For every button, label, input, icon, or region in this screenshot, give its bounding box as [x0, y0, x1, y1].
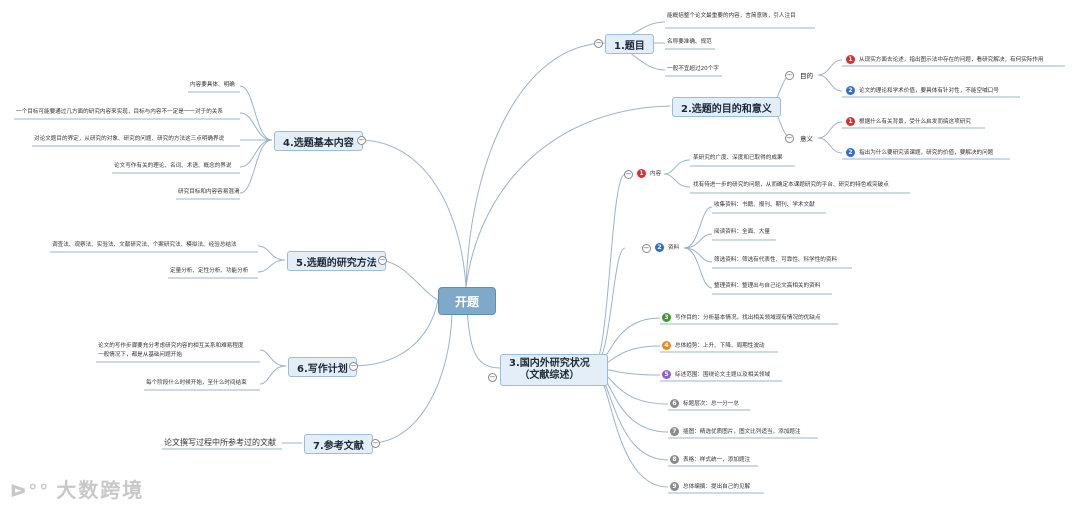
review-item-6: 6 标题层次：总一分一总	[670, 399, 739, 408]
topic-title[interactable]: 1.题目	[605, 34, 654, 54]
review-item-4: 4 总体趋势：上升、下降、周期性波动	[662, 341, 765, 350]
purpose-label: 目的	[800, 72, 813, 80]
methods-item-1: 调查法、观察法、实验法、文献研究法、个案研究法、模拟法、经验总结法	[52, 242, 237, 248]
topic-purpose-meaning[interactable]: 2.选题的目的和意义	[672, 97, 781, 117]
priority-1-icon: 1	[637, 169, 646, 178]
review-item-8: 8 表格：样式统一，添加题注	[670, 455, 750, 464]
material-item-4: 整理资料：整理出与自己论文高相关的资料	[714, 283, 821, 289]
topic-literature-review[interactable]: 3.国内外研究状况 （文献综述）	[500, 354, 608, 386]
material-item-3: 筛选资料：筛选有代表性、可靠性、科学性的资料	[714, 257, 838, 263]
collapse-material-icon[interactable]: −	[642, 244, 651, 253]
plan-item-3: 每个阶段什么时候开始，至什么时间结束	[146, 380, 247, 386]
topic-basic-content[interactable]: 4.选题基本内容	[274, 131, 363, 151]
priority-3-icon: 3	[662, 313, 671, 322]
topic-title-item-3: 一般不宜超过20个字	[667, 66, 719, 72]
plan-item-1: 论文的写作步骤要充分考虑研究内容的相互关系和难易程度	[98, 343, 244, 349]
material-node[interactable]: 2 资料	[655, 243, 679, 252]
priority-9-icon: 9	[670, 482, 679, 491]
meaning-label: 意义	[800, 135, 813, 143]
material-item-2: 阅读资料：全面、大量	[714, 229, 770, 235]
topic-references[interactable]: 7.参考文献	[304, 434, 373, 454]
root-topic[interactable]: 开题	[438, 287, 496, 315]
methods-item-2: 定量分析、定性分析、功能分析	[170, 268, 249, 274]
content-item-1: 某研究的广度、深度和已取得的成果	[693, 155, 783, 161]
priority-8-icon: 8	[670, 455, 679, 464]
basic-content-item-4: 论文写作有关的理论、名词、术语、概念的界说	[114, 163, 232, 169]
review-item-7: 7 插图：精选优质图片，图文比列适当，添加题注	[670, 427, 800, 436]
priority-7-icon: 7	[670, 427, 679, 436]
priority-1-icon: 1	[846, 117, 855, 126]
content-node[interactable]: 1 内容	[637, 169, 661, 178]
basic-content-item-2: 一个目标可能要通过几方面的研究内容来实现，目标与内容不一定是一一对于的关系	[16, 109, 223, 115]
priority-1-icon: 1	[846, 55, 855, 64]
basic-content-item-5: 研究目标和内容容易混淆	[178, 189, 240, 195]
content-item-2: 找有待进一步的研究的问题，从而确定本课题研究的平台、研究的特色或突破点	[693, 182, 889, 188]
collapse-toggle-icon[interactable]: −	[488, 373, 497, 382]
meaning-item-2: 2 指出为什么要研究该课题，研究的价值，要解决的问题	[846, 148, 993, 157]
basic-content-item-1: 内容要具体、明确	[190, 82, 235, 88]
connector-lines	[14, 21, 1065, 494]
priority-2-icon: 2	[655, 243, 664, 252]
topic-title-item-1: 能概括整个论文最重要的内容，言简意赅，引人注目	[667, 13, 796, 19]
collapse-content-icon[interactable]: −	[624, 170, 633, 179]
collapse-toggle-icon[interactable]: −	[357, 136, 366, 145]
priority-2-icon: 2	[846, 86, 855, 95]
purpose-item-2: 2 论文的理论和学术价值，要具体有针对性，不能空喊口号	[846, 86, 999, 95]
collapse-toggle-icon[interactable]: −	[371, 439, 380, 448]
references-item-1: 论文撰写过程中所参考过的文献	[164, 438, 276, 447]
purpose-item-1: 1 从现实方面去论述，指出图示法中存在的问题，看研究解决，有何实际作用	[846, 55, 1044, 64]
priority-5-icon: 5	[662, 370, 671, 379]
meaning-item-1: 1 根据什么有关背景，受什么启发而搞这项研究	[846, 117, 971, 126]
collapse-meaning-icon[interactable]: −	[785, 134, 794, 143]
collapse-toggle-icon[interactable]: −	[594, 39, 603, 48]
watermark-logo: ᐅ°° 大数跨境	[10, 478, 145, 502]
review-item-5: 5 综述范围：围绕论文主题以及相关领域	[662, 370, 770, 379]
topic-writing-plan[interactable]: 6.写作计划	[288, 357, 357, 377]
collapse-toggle-icon[interactable]: −	[349, 362, 358, 371]
collapse-purpose-icon[interactable]: −	[785, 71, 794, 80]
basic-content-item-3: 对论文题目的界定，从研究的对象、研究的问题、研究的方法这三点明确界说	[34, 136, 225, 142]
material-item-1: 收集资料：书籍、报刊、期刊、学术文献	[714, 202, 815, 208]
plan-item-2: 一般情况下，都是从基础问题开始	[98, 352, 182, 358]
topic-research-methods[interactable]: 5.选题的研究方法	[287, 251, 386, 271]
priority-2-icon: 2	[846, 148, 855, 157]
priority-4-icon: 4	[662, 341, 671, 350]
watermark-mark-icon: ᐅ°°	[10, 481, 51, 502]
topic-title-item-2: 名称要准确、规范	[667, 39, 712, 45]
review-item-3: 3 写作目的：分析基本情况，找出相关领域现有情况的优缺点	[662, 313, 820, 322]
collapse-toggle-icon[interactable]: −	[378, 256, 387, 265]
priority-6-icon: 6	[670, 399, 679, 408]
review-item-9: 9 总体编撰：提出自己的见解	[670, 482, 750, 491]
